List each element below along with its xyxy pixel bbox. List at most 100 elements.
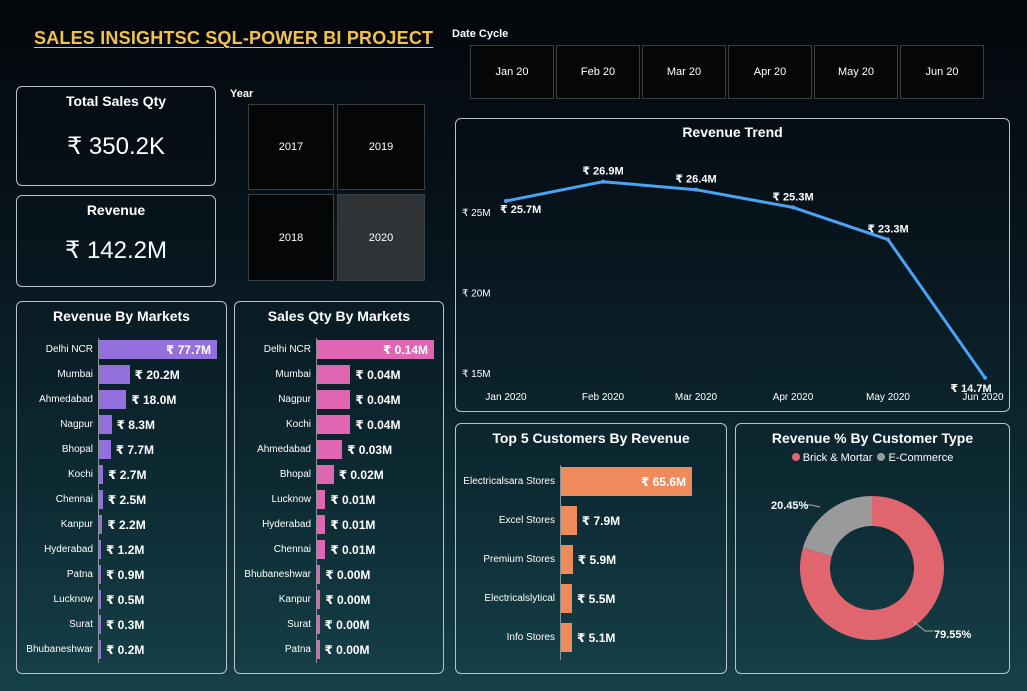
- date-tile-mar-20[interactable]: Mar 20: [642, 45, 726, 99]
- cust-bar-info-stores[interactable]: [561, 623, 572, 652]
- dashboard-title: SALES INSIGHTSC SQL-POWER BI PROJECT: [34, 28, 434, 48]
- rbm-value-kochi: ₹ 2.7M: [108, 467, 147, 482]
- trend-point[interactable]: [983, 375, 987, 380]
- rbm-bar-kochi[interactable]: [99, 465, 104, 484]
- sqm-bar-hyderabad[interactable]: [317, 515, 326, 534]
- donut-label-brick-mortar: 79.55%: [934, 629, 972, 641]
- date-tile-jun-20[interactable]: Jun 20: [900, 45, 984, 99]
- cust-value-excel-stores: ₹ 7.9M: [581, 513, 621, 528]
- rbm-value-patna: ₹ 0.9M: [106, 567, 145, 582]
- sqm-label-bhopal: Bhopal: [279, 468, 311, 480]
- rbm-bar-bhopal[interactable]: [99, 440, 111, 459]
- top5-customers-title: Top 5 Customers By Revenue: [492, 430, 690, 446]
- trend-point[interactable]: [601, 179, 605, 184]
- revenue-by-markets-title: Revenue By Markets: [53, 308, 190, 324]
- rbm-value-bhopal: ₹ 7.7M: [115, 442, 155, 457]
- revenue-pct-donut: 79.55% 20.45%: [771, 496, 972, 641]
- sqm-value-bhubaneshwar: ₹ 0.00M: [325, 567, 371, 582]
- rbm-label-ahmedabad: Ahmedabad: [39, 393, 93, 405]
- sqm-label-lucknow: Lucknow: [271, 493, 311, 505]
- sqm-bar-surat[interactable]: [317, 615, 320, 634]
- sqm-label-patna: Patna: [284, 643, 311, 655]
- trend-ytick: ₹ 25M: [462, 208, 491, 219]
- rbm-value-mumbai: ₹ 20.2M: [134, 367, 180, 382]
- trend-point[interactable]: [886, 237, 890, 242]
- rbm-label-surat: Surat: [69, 618, 93, 630]
- cust-bar-excel-stores[interactable]: [561, 506, 577, 535]
- rbm-label-nagpur: Nagpur: [60, 418, 93, 430]
- rbm-bar-hyderabad[interactable]: [99, 540, 101, 559]
- year-tile-2017[interactable]: 2017: [248, 104, 334, 190]
- rbm-bar-chennai[interactable]: [99, 490, 103, 509]
- cust-bar-electricalslytical[interactable]: [561, 584, 572, 613]
- trend-data-label: ₹ 23.3M: [867, 224, 908, 236]
- cust-label-electricalsara-stores: Electricalsara Stores: [463, 475, 555, 487]
- year-tile-2019[interactable]: 2019: [337, 104, 425, 190]
- kpi-revenue-value: ₹ 142.2M: [65, 237, 167, 264]
- rbm-bar-patna[interactable]: [99, 565, 101, 584]
- sqm-label-chennai: Chennai: [273, 543, 311, 555]
- sqm-bar-chennai[interactable]: [317, 540, 326, 559]
- kpi-revenue-label: Revenue: [86, 202, 146, 218]
- sales-qty-by-markets-title: Sales Qty By Markets: [267, 308, 411, 324]
- rbm-label-kochi: Kochi: [67, 468, 93, 480]
- donut-label-e-commerce: 20.45%: [771, 500, 809, 512]
- rbm-value-delhi-ncr: ₹ 77.7M: [165, 342, 211, 357]
- trend-data-label: ₹ 25.3M: [772, 191, 813, 203]
- rbm-value-ahmedabad: ₹ 18.0M: [131, 392, 177, 407]
- trend-ytick: ₹ 15M: [462, 369, 491, 380]
- rbm-label-delhi-ncr: Delhi NCR: [45, 343, 93, 355]
- rbm-bar-kanpur[interactable]: [99, 515, 103, 534]
- trend-point[interactable]: [791, 205, 795, 210]
- sqm-bar-ahmedabad[interactable]: [317, 440, 343, 459]
- sqm-bar-lucknow[interactable]: [317, 490, 326, 509]
- trend-ytick: ₹ 20M: [462, 289, 491, 300]
- trend-point[interactable]: [504, 198, 508, 203]
- rbm-label-hyderabad: Hyderabad: [44, 543, 93, 555]
- sqm-bar-bhubaneshwar[interactable]: [317, 565, 321, 584]
- rbm-bar-surat[interactable]: [99, 615, 101, 634]
- sqm-bar-kochi[interactable]: [317, 415, 351, 434]
- sqm-bar-mumbai[interactable]: [317, 365, 351, 384]
- trend-xtick: Jan 2020: [485, 392, 527, 403]
- cust-bar-premium-stores[interactable]: [561, 545, 573, 574]
- cust-value-premium-stores: ₹ 5.9M: [577, 552, 617, 567]
- sqm-value-delhi-ncr: ₹ 0.14M: [382, 342, 428, 357]
- date-tile-may-20[interactable]: May 20: [814, 45, 898, 99]
- sqm-bar-nagpur[interactable]: [317, 390, 351, 409]
- sqm-value-lucknow: ₹ 0.01M: [330, 492, 376, 507]
- date-tile-apr-20[interactable]: Apr 20: [728, 45, 812, 99]
- trend-xtick: Feb 2020: [582, 392, 625, 403]
- date-tile-feb-20[interactable]: Feb 20: [556, 45, 640, 99]
- kpi-total-sales-qty-card: Total Sales Qty ₹ 350.2K: [16, 86, 216, 186]
- rbm-bar-lucknow[interactable]: [99, 590, 101, 609]
- sqm-label-mumbai: Mumbai: [275, 368, 311, 380]
- sqm-bar-kanpur[interactable]: [317, 590, 321, 609]
- rbm-label-bhubaneshwar: Bhubaneshwar: [26, 643, 93, 655]
- trend-point[interactable]: [694, 187, 698, 192]
- trend-data-label: ₹ 26.4M: [675, 174, 716, 186]
- sqm-label-ahmedabad: Ahmedabad: [257, 443, 311, 455]
- year-tile-2020[interactable]: 2020: [337, 194, 425, 281]
- kpi-total-sales-qty-label: Total Sales Qty: [65, 93, 167, 109]
- kpi-revenue-card: Revenue ₹ 142.2M: [16, 195, 216, 287]
- rbm-label-bhopal: Bhopal: [61, 443, 93, 455]
- rbm-label-chennai: Chennai: [55, 493, 93, 505]
- sqm-bar-bhopal[interactable]: [317, 465, 334, 484]
- year-tile-2018[interactable]: 2018: [248, 194, 334, 281]
- rbm-bar-mumbai[interactable]: [99, 365, 130, 384]
- rbm-bar-nagpur[interactable]: [99, 415, 112, 434]
- rbm-label-lucknow: Lucknow: [53, 593, 93, 605]
- rbm-label-mumbai: Mumbai: [57, 368, 93, 380]
- rbm-value-lucknow: ₹ 0.5M: [106, 592, 145, 607]
- date-tile-jan-20[interactable]: Jan 20: [470, 45, 554, 99]
- rbm-bar-bhubaneshwar[interactable]: [99, 640, 101, 659]
- sqm-label-surat: Surat: [287, 618, 311, 630]
- sqm-bar-patna[interactable]: [317, 640, 320, 659]
- rbm-bar-ahmedabad[interactable]: [99, 390, 127, 409]
- rbm-value-hyderabad: ₹ 1.2M: [106, 542, 145, 557]
- sqm-value-kochi: ₹ 0.04M: [355, 417, 401, 432]
- kpi-total-sales-qty-value: ₹ 350.2K: [66, 133, 165, 160]
- sqm-label-bhubaneshwar: Bhubaneshwar: [244, 568, 311, 580]
- revenue-trend-chart: ₹ 25M ₹ 20M ₹ 15M ₹ 25.7M ₹ 26.9M ₹ 26.4M ₹ 25…: [462, 166, 1004, 403]
